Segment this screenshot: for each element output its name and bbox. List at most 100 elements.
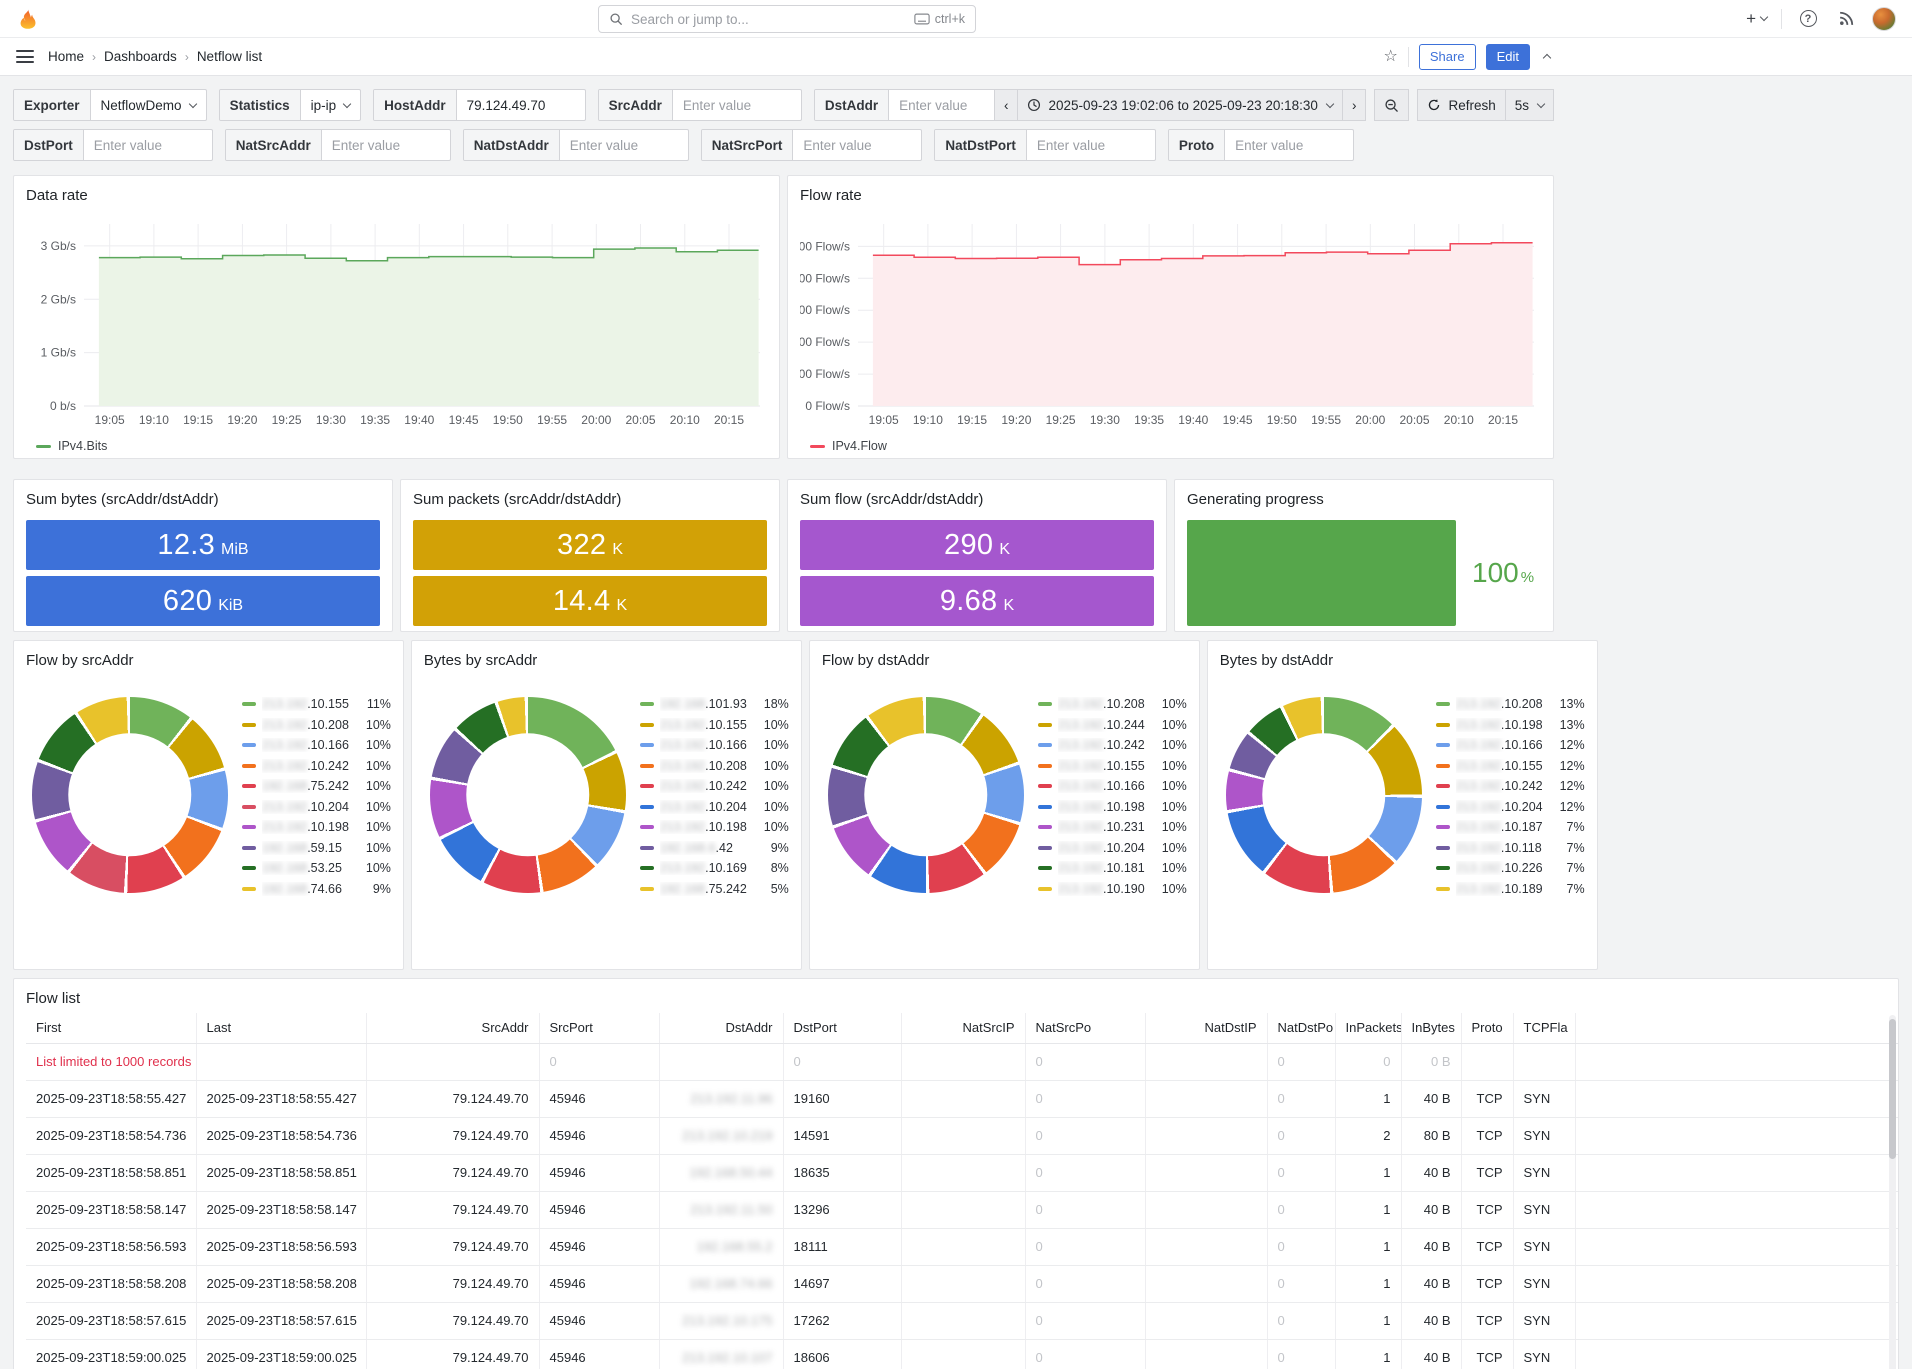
- legend-item[interactable]: 213.192.10.24212%: [1436, 779, 1585, 793]
- filter-input[interactable]: [560, 130, 688, 160]
- chevron-up-icon[interactable]: [1543, 54, 1551, 62]
- legend-item[interactable]: 213.192.10.15511%: [242, 697, 391, 711]
- filter-value-input[interactable]: [683, 98, 791, 113]
- filter-value-input[interactable]: [332, 138, 440, 153]
- news-button[interactable]: [1834, 7, 1858, 31]
- legend-item[interactable]: 213.192.10.20410%: [242, 800, 391, 814]
- legend-item[interactable]: 213.192.10.16610%: [1038, 779, 1187, 793]
- column-header-natdstpo[interactable]: NatDstPo: [1267, 1013, 1335, 1043]
- legend-item[interactable]: IPv4.Flow: [810, 439, 1541, 453]
- legend-item[interactable]: 213.192.10.18110%: [1038, 861, 1187, 875]
- menu-toggle-button[interactable]: [16, 50, 34, 63]
- legend-item[interactable]: 213.192.10.1897%: [1436, 882, 1585, 896]
- legend-item[interactable]: 213.192.10.20410%: [1038, 841, 1187, 855]
- column-header-natdstip[interactable]: NatDstIP: [1145, 1013, 1267, 1043]
- filter-input[interactable]: [322, 130, 450, 160]
- legend-item[interactable]: 213.192.10.20813%: [1436, 697, 1585, 711]
- panel-title[interactable]: Bytes by dstAddr: [1220, 649, 1585, 675]
- time-shift-back-button[interactable]: ‹: [994, 89, 1019, 121]
- filter-select[interactable]: ip-ip: [301, 90, 361, 120]
- panel-title[interactable]: Generating progress: [1187, 488, 1541, 514]
- legend-item[interactable]: 213.192.10.16612%: [1436, 738, 1585, 752]
- legend-item[interactable]: 213.192.10.19810%: [640, 820, 789, 834]
- legend-item[interactable]: 213.192.10.24210%: [640, 779, 789, 793]
- legend-item[interactable]: 213.192.10.16610%: [640, 738, 789, 752]
- legend-item[interactable]: 213.192.10.15512%: [1436, 759, 1585, 773]
- legend-item[interactable]: 213.192.10.20810%: [640, 759, 789, 773]
- panel-title[interactable]: Flow list: [26, 987, 1886, 1013]
- help-button[interactable]: ?: [1796, 7, 1820, 31]
- scrollbar-thumb[interactable]: [1889, 1019, 1896, 1159]
- column-header-last[interactable]: Last: [196, 1013, 366, 1043]
- column-header-inbytes[interactable]: InBytes: [1401, 1013, 1461, 1043]
- filter-value-input[interactable]: [94, 138, 202, 153]
- share-button[interactable]: Share: [1419, 44, 1476, 70]
- filter-input[interactable]: [84, 130, 212, 160]
- panel-title[interactable]: Sum bytes (srcAddr/dstAddr): [26, 488, 380, 514]
- filter-input[interactable]: [1225, 130, 1353, 160]
- legend-item[interactable]: 213.192.10.1187%: [1436, 841, 1585, 855]
- refresh-interval-select[interactable]: 5s: [1505, 89, 1554, 121]
- column-header-dstaddr[interactable]: DstAddr: [659, 1013, 783, 1043]
- panel-title[interactable]: Sum flow (srcAddr/dstAddr): [800, 488, 1154, 514]
- zoom-out-button[interactable]: [1374, 89, 1409, 121]
- legend-item[interactable]: 213.192.10.24210%: [1038, 738, 1187, 752]
- timeseries-chart[interactable]: 19:0519:1019:1519:2019:2519:3019:3519:40…: [26, 210, 767, 437]
- column-header-natsrcip[interactable]: NatSrcIP: [901, 1013, 1025, 1043]
- column-header-tcpfla[interactable]: TCPFla: [1513, 1013, 1575, 1043]
- filter-value-input[interactable]: [899, 98, 1007, 113]
- donut-chart[interactable]: [430, 697, 626, 893]
- column-header-first[interactable]: First: [26, 1013, 196, 1043]
- new-menu-button[interactable]: +: [1746, 9, 1767, 29]
- filter-select[interactable]: NetflowDemo: [91, 90, 206, 120]
- legend-item[interactable]: 213.192.10.23110%: [1038, 820, 1187, 834]
- column-header-dstport[interactable]: DstPort: [783, 1013, 901, 1043]
- favorite-star-icon[interactable]: ☆: [1384, 49, 1398, 65]
- filter-value-input[interactable]: [1235, 138, 1343, 153]
- filter-input[interactable]: [793, 130, 921, 160]
- legend-item[interactable]: 213.192.10.16610%: [242, 738, 391, 752]
- breadcrumb-home[interactable]: Home: [48, 49, 84, 64]
- legend-item[interactable]: 213.192.10.24210%: [242, 759, 391, 773]
- legend-item[interactable]: 213.192.10.19813%: [1436, 718, 1585, 732]
- panel-title[interactable]: Flow rate: [800, 184, 1541, 210]
- legend-item[interactable]: 213.192.10.15510%: [1038, 759, 1187, 773]
- legend-item[interactable]: 213.192.10.1877%: [1436, 820, 1585, 834]
- filter-value-input[interactable]: [570, 138, 678, 153]
- filter-value-input[interactable]: [1037, 138, 1145, 153]
- filter-input[interactable]: [673, 90, 801, 120]
- legend-item[interactable]: 192.168.75.2425%: [640, 882, 789, 896]
- legend-item[interactable]: 213.192.10.15510%: [640, 718, 789, 732]
- edit-button[interactable]: Edit: [1486, 44, 1530, 70]
- legend-item[interactable]: 192.168.74.669%: [242, 882, 391, 896]
- legend-item[interactable]: 213.192.10.20810%: [1038, 697, 1187, 711]
- timeseries-chart[interactable]: 19:0519:1019:1519:2019:2519:3019:3519:40…: [800, 210, 1541, 437]
- legend-item[interactable]: 192.168.59.1510%: [242, 841, 391, 855]
- column-header-srcaddr[interactable]: SrcAddr: [366, 1013, 539, 1043]
- filter-value-input[interactable]: [467, 98, 575, 113]
- legend-item[interactable]: 192.168.75.24210%: [242, 779, 391, 793]
- donut-chart[interactable]: [32, 697, 228, 893]
- column-header-srcport[interactable]: SrcPort: [539, 1013, 659, 1043]
- column-header-inpackets[interactable]: InPackets: [1335, 1013, 1401, 1043]
- panel-title[interactable]: Data rate: [26, 184, 767, 210]
- filter-input[interactable]: [1027, 130, 1155, 160]
- panel-title[interactable]: Flow by srcAddr: [26, 649, 391, 675]
- time-shift-forward-button[interactable]: ›: [1342, 89, 1367, 121]
- legend-item[interactable]: 213.192.10.1698%: [640, 861, 789, 875]
- global-search[interactable]: ctrl+k: [598, 5, 976, 33]
- legend-item[interactable]: 213.192.10.2267%: [1436, 861, 1585, 875]
- panel-title[interactable]: Flow by dstAddr: [822, 649, 1187, 675]
- legend-item[interactable]: 213.192.10.19810%: [1038, 800, 1187, 814]
- refresh-button[interactable]: Refresh: [1417, 89, 1505, 121]
- filter-value-input[interactable]: [803, 138, 911, 153]
- donut-chart[interactable]: [828, 697, 1024, 893]
- legend-item[interactable]: 192.168.53.2510%: [242, 861, 391, 875]
- legend-item[interactable]: 213.192.10.19010%: [1038, 882, 1187, 896]
- search-input[interactable]: [631, 12, 906, 27]
- user-avatar[interactable]: [1872, 7, 1896, 31]
- time-range-picker[interactable]: 2025-09-23 19:02:06 to 2025-09-23 20:18:…: [1017, 89, 1342, 121]
- filter-input[interactable]: [457, 90, 585, 120]
- legend-item[interactable]: 213.192.10.24410%: [1038, 718, 1187, 732]
- panel-title[interactable]: Bytes by srcAddr: [424, 649, 789, 675]
